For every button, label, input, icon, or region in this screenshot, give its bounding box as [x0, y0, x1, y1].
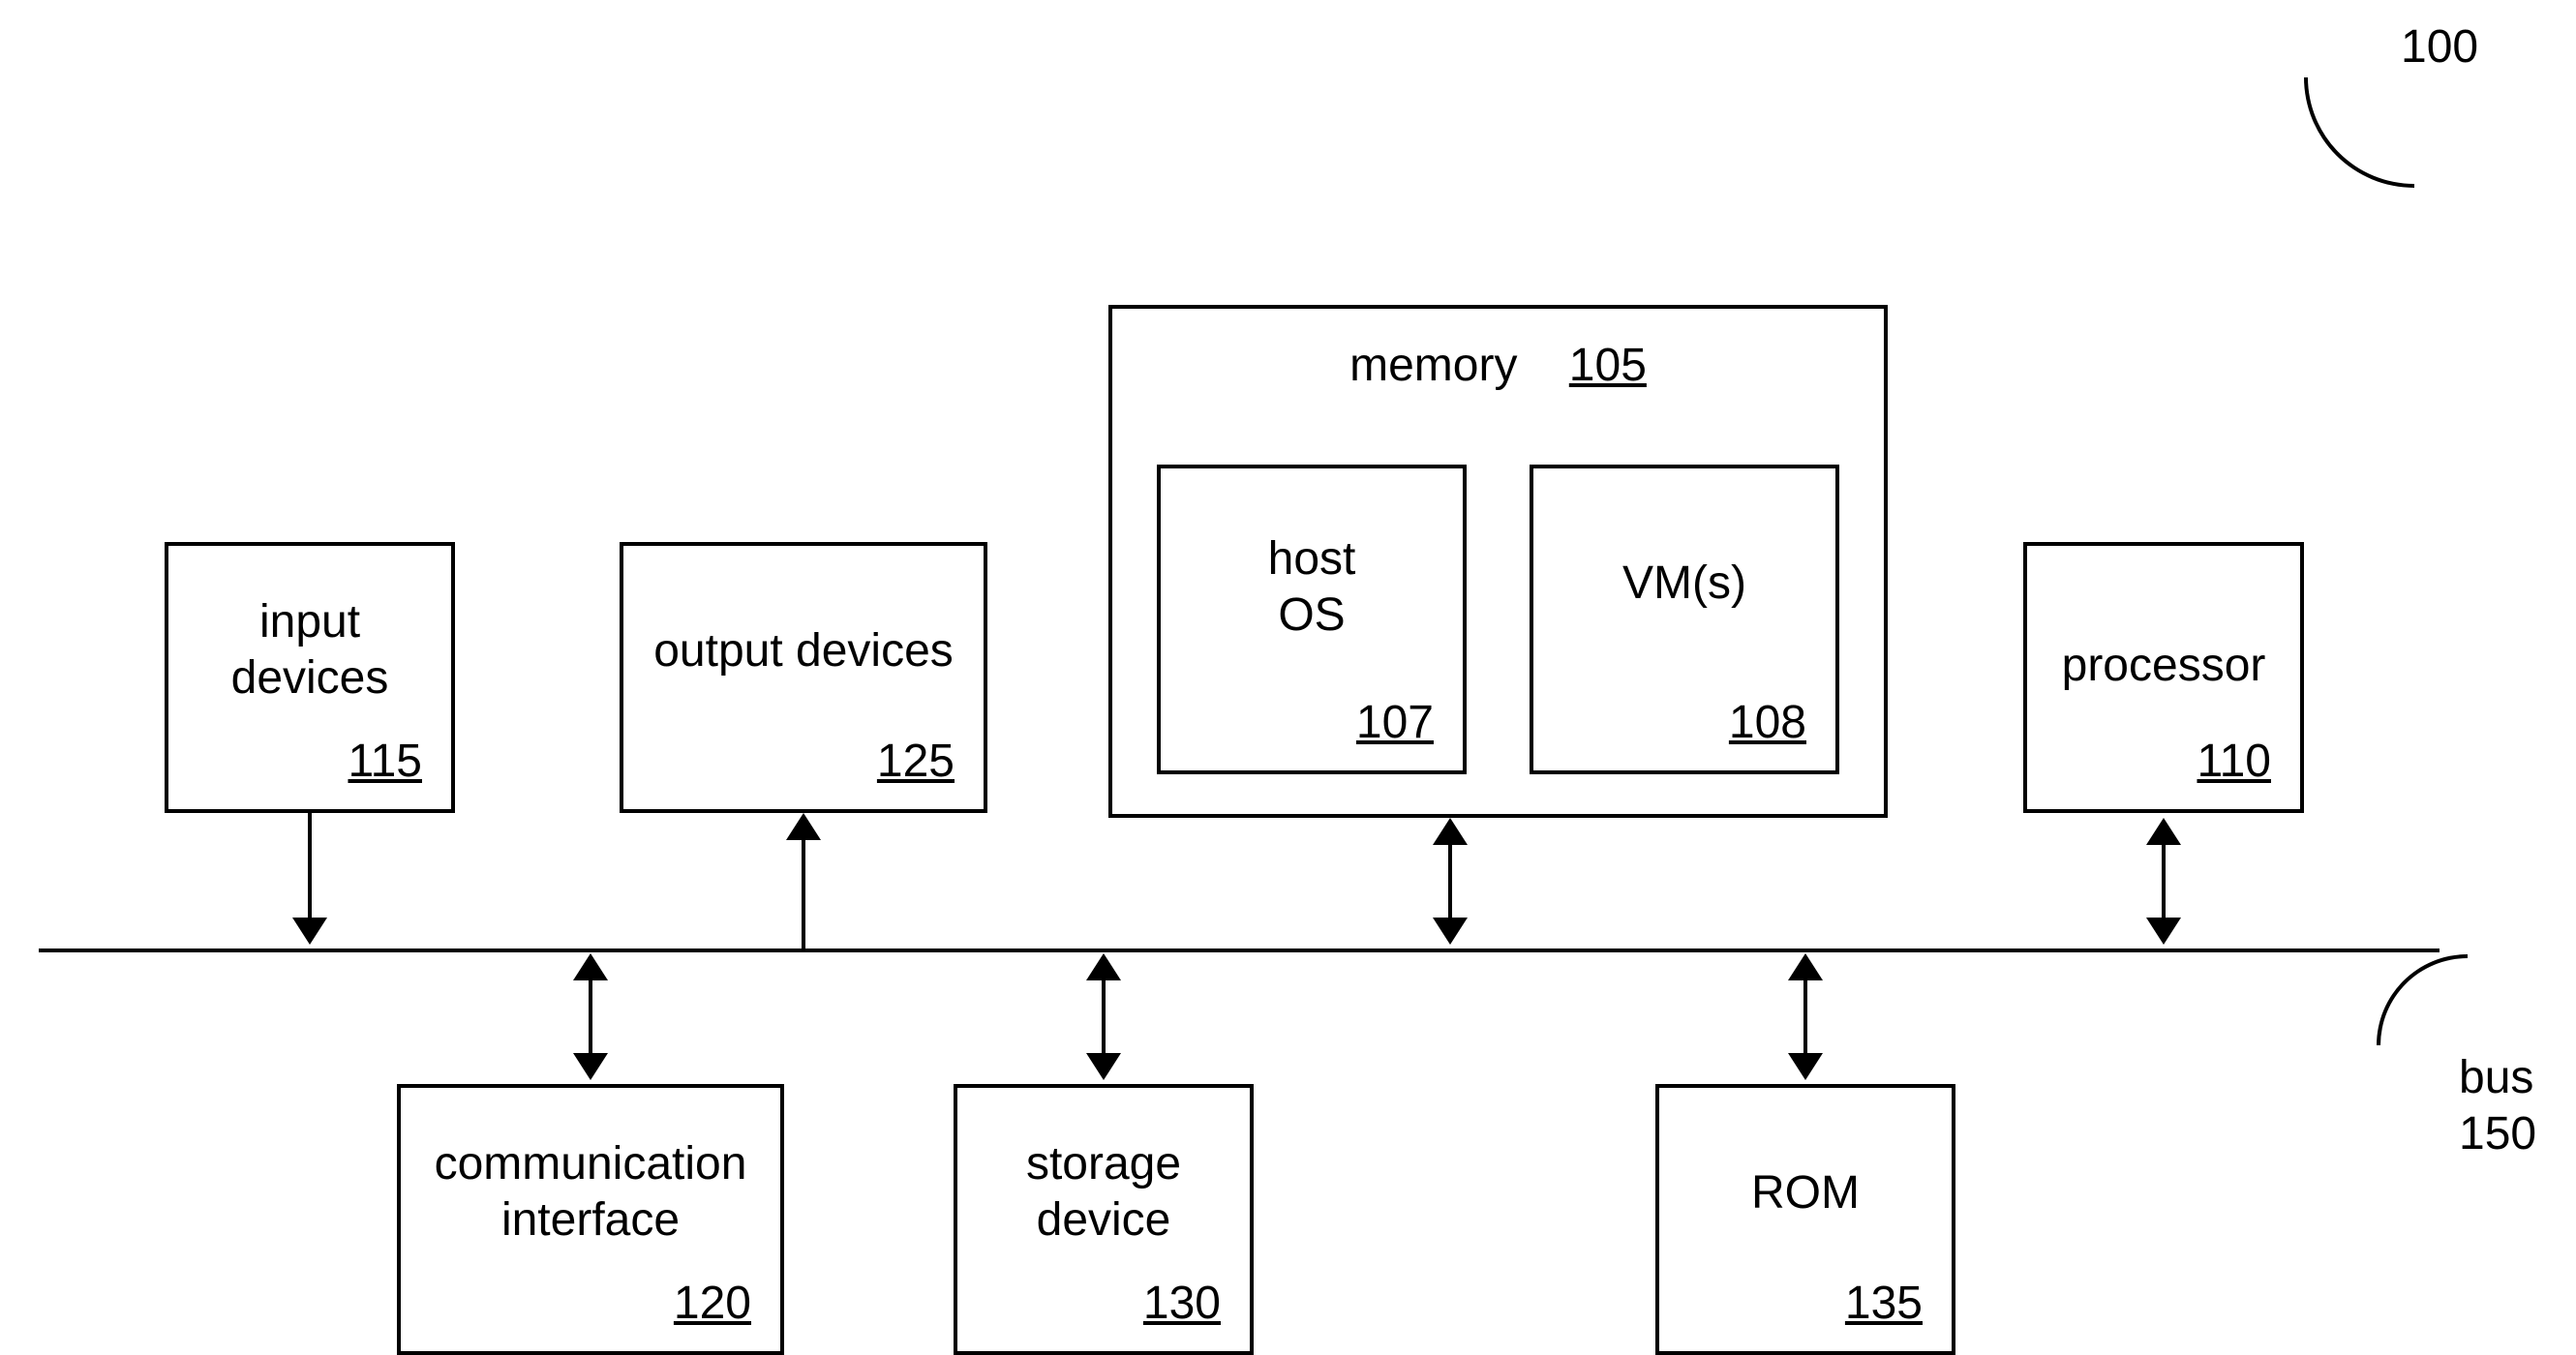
- processor-arrow-shaft: [2162, 842, 2166, 924]
- host-os-label-line1: host: [1268, 533, 1356, 585]
- memory-label: memory: [1349, 340, 1517, 391]
- comm-interface-box: communication interface 120: [397, 1084, 784, 1355]
- memory-header: memory 105: [1112, 338, 1884, 394]
- processor-ref: 110: [2197, 734, 2271, 790]
- input-devices-label-line1: input: [259, 596, 360, 647]
- processor-box: processor 110: [2023, 542, 2304, 813]
- vms-box: VM(s) 108: [1530, 465, 1839, 774]
- bus-label: bus 150: [2459, 1050, 2536, 1161]
- figure-ref: 100: [2401, 19, 2478, 75]
- rom-ref: 135: [1845, 1276, 1923, 1332]
- input-devices-ref: 115: [348, 734, 422, 790]
- input-devices-arrow-shaft: [308, 813, 312, 924]
- diagram: 100 bus 150 input devices 115 output dev…: [0, 0, 2576, 1350]
- storage-device-ref: 130: [1143, 1276, 1221, 1332]
- storage-device-arrow-shaft: [1102, 978, 1106, 1060]
- output-devices-arrow-shaft: [802, 837, 805, 948]
- output-devices-box: output devices 125: [620, 542, 987, 813]
- bus-label-text: bus: [2459, 1052, 2533, 1103]
- input-devices-arrow-head: [292, 918, 327, 945]
- output-devices-arrow-head: [786, 813, 821, 840]
- storage-device-arrow-head-down: [1086, 1053, 1121, 1080]
- storage-device-box: storage device 130: [954, 1084, 1254, 1355]
- host-os-ref: 107: [1356, 695, 1434, 751]
- input-devices-label-line2: devices: [231, 652, 389, 704]
- storage-device-arrow-head-up: [1086, 953, 1121, 980]
- memory-arrow-shaft: [1448, 842, 1452, 924]
- memory-arrow-head-up: [1433, 818, 1468, 845]
- comm-interface-label-line1: communication: [435, 1138, 747, 1189]
- bus-label-arc: [2377, 954, 2468, 1045]
- bus-ref: 150: [2459, 1108, 2536, 1159]
- host-os-label-line2: OS: [1278, 589, 1345, 641]
- rom-arrow-head-down: [1788, 1053, 1823, 1080]
- comm-interface-label-line2: interface: [501, 1194, 680, 1246]
- memory-ref: 105: [1569, 340, 1647, 391]
- storage-device-label-line1: storage: [1026, 1138, 1181, 1189]
- rom-label: ROM: [1659, 1165, 1952, 1221]
- comm-interface-arrow-head-down: [573, 1053, 608, 1080]
- rom-box: ROM 135: [1655, 1084, 1955, 1355]
- comm-interface-arrow-head-up: [573, 953, 608, 980]
- processor-arrow-head-up: [2146, 818, 2181, 845]
- processor-label: processor: [2027, 638, 2300, 694]
- output-devices-label: output devices: [623, 623, 984, 679]
- rom-arrow-shaft: [1803, 978, 1807, 1060]
- input-devices-box: input devices 115: [165, 542, 455, 813]
- input-devices-label: input devices: [168, 594, 451, 706]
- vms-ref: 108: [1729, 695, 1806, 751]
- output-devices-ref: 125: [877, 734, 955, 790]
- comm-interface-label: communication interface: [401, 1136, 780, 1248]
- host-os-label: host OS: [1161, 531, 1463, 643]
- comm-interface-ref: 120: [674, 1276, 751, 1332]
- comm-interface-arrow-shaft: [589, 978, 592, 1060]
- processor-arrow-head-down: [2146, 918, 2181, 945]
- host-os-box: host OS 107: [1157, 465, 1467, 774]
- memory-arrow-head-down: [1433, 918, 1468, 945]
- storage-device-label-line2: device: [1037, 1194, 1171, 1246]
- bus-line: [39, 948, 2440, 952]
- vms-label: VM(s): [1533, 556, 1835, 612]
- rom-arrow-head-up: [1788, 953, 1823, 980]
- figure-ref-arc: [2304, 77, 2414, 188]
- storage-device-label: storage device: [957, 1136, 1250, 1248]
